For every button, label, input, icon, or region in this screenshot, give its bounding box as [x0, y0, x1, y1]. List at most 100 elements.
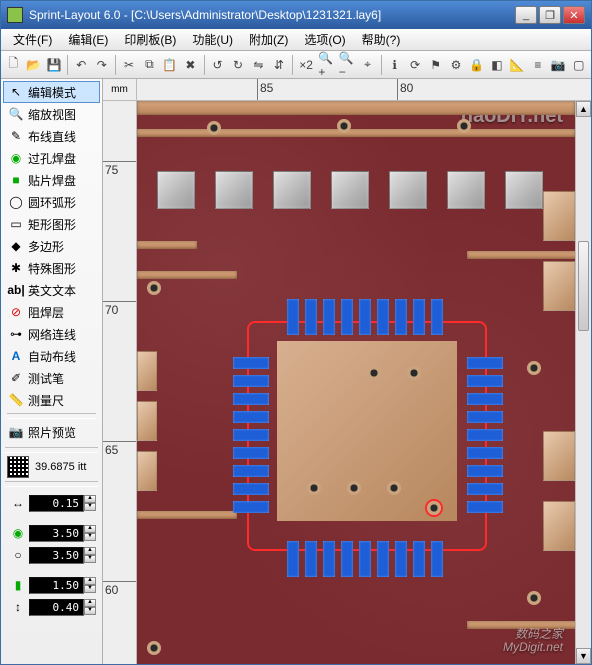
- reticle-button[interactable]: ⌖: [358, 54, 376, 76]
- tool-label: 网络连线: [28, 326, 76, 343]
- horizontal-ruler-row: mm 85 80: [103, 79, 591, 101]
- spin-buttons[interactable]: ▲▼: [84, 577, 96, 593]
- cut-button[interactable]: ✂: [120, 54, 138, 76]
- tool-soldermask[interactable]: ⊘阻焊层: [3, 301, 100, 323]
- maximize-button[interactable]: ❐: [539, 6, 561, 24]
- undo-button[interactable]: ↶: [72, 54, 90, 76]
- zoom-in-button[interactable]: 🔍+: [317, 54, 335, 76]
- spin-buttons[interactable]: ▲▼: [84, 525, 96, 541]
- new-button[interactable]: 🗋: [4, 54, 22, 76]
- component-outline[interactable]: [247, 321, 487, 551]
- flag-button[interactable]: ⚑: [426, 54, 444, 76]
- tool-arc[interactable]: ◯圆环弧形: [3, 191, 100, 213]
- view-button[interactable]: ◧: [488, 54, 506, 76]
- menu-function[interactable]: 功能(U): [184, 29, 241, 50]
- tool-ruler[interactable]: 📏测量尺: [3, 389, 100, 411]
- tool-route-line[interactable]: ✎布线直线: [3, 125, 100, 147]
- spin-buttons[interactable]: ▲▼: [84, 599, 96, 615]
- pad-inner-value[interactable]: 3.50: [29, 547, 84, 564]
- mirror-v-button[interactable]: ⇵: [270, 54, 288, 76]
- minimize-button[interactable]: _: [515, 6, 537, 24]
- tool-label: 阻焊层: [28, 304, 64, 321]
- vertical-scrollbar[interactable]: ▲ ▼: [575, 101, 591, 664]
- tool-netline[interactable]: ⊶ 网络连线: [3, 323, 100, 345]
- smd-height-icon: ↕: [7, 600, 29, 614]
- align-button[interactable]: ≡: [529, 54, 547, 76]
- paste-button[interactable]: 📋: [161, 54, 179, 76]
- save-button[interactable]: 💾: [45, 54, 63, 76]
- ruler-icon: 📏: [8, 393, 24, 407]
- scroll-thumb[interactable]: [578, 241, 589, 331]
- tool-label: 矩形图形: [28, 216, 76, 233]
- tool-label: 照片预览: [28, 424, 76, 441]
- copy-button[interactable]: ⧉: [140, 54, 158, 76]
- toolbar-separator: [115, 55, 116, 75]
- cursor-icon: ↖: [8, 85, 24, 99]
- pcb-canvas[interactable]: haoDIY.net: [137, 101, 575, 664]
- tool-photo-preview[interactable]: 📷照片预览: [3, 421, 100, 443]
- rotate-right-button[interactable]: ↻: [229, 54, 247, 76]
- tool-rectangle[interactable]: ▭矩形图形: [3, 213, 100, 235]
- lock-button[interactable]: 🔒: [467, 54, 485, 76]
- zoom-out-button[interactable]: 🔍−: [338, 54, 356, 76]
- vertical-ruler[interactable]: 75 70 65 60: [103, 101, 137, 664]
- tool-zoom-view[interactable]: 🔍缩放视图: [3, 103, 100, 125]
- settings-button[interactable]: ⚙: [447, 54, 465, 76]
- smd-width-value[interactable]: 1.50: [29, 577, 84, 594]
- tool-sidebar: ↖编辑模式 🔍缩放视图 ✎布线直线 ◉过孔焊盘 ■贴片焊盘 ◯圆环弧形 ▭矩形图…: [1, 79, 103, 664]
- spin-buttons[interactable]: ▲▼: [84, 495, 96, 511]
- horizontal-ruler[interactable]: 85 80: [137, 79, 575, 101]
- track-width-value[interactable]: 0.15: [29, 495, 84, 512]
- menu-file[interactable]: 文件(F): [5, 29, 60, 50]
- ruler-unit: mm: [103, 79, 137, 101]
- text-icon: ab|: [8, 283, 24, 297]
- tool-polygon[interactable]: ◆多边形: [3, 235, 100, 257]
- menu-options[interactable]: 选项(O): [296, 29, 353, 50]
- rotate-left-button[interactable]: ↺: [208, 54, 226, 76]
- mirror-h-button[interactable]: ⇋: [249, 54, 267, 76]
- close-button[interactable]: ✕: [563, 6, 585, 24]
- ring-icon: ◉: [8, 151, 24, 165]
- info-button[interactable]: ℹ: [385, 54, 403, 76]
- scroll-up-button[interactable]: ▲: [576, 101, 591, 117]
- pad-outer-value[interactable]: 3.50: [29, 525, 84, 542]
- sidebar-separator: [7, 413, 96, 419]
- camera-button[interactable]: 📷: [549, 54, 567, 76]
- track-width-param: ↔ 0.15 ▲▼: [1, 489, 102, 519]
- grid-selector[interactable]: 39.6875 itt: [1, 455, 102, 479]
- redo-button[interactable]: ↷: [93, 54, 111, 76]
- menu-append[interactable]: 附加(Z): [241, 29, 296, 50]
- spin-buttons[interactable]: ▲▼: [84, 547, 96, 563]
- gear-icon: ✱: [8, 261, 24, 275]
- tool-through-pad[interactable]: ◉过孔焊盘: [3, 147, 100, 169]
- tool-text[interactable]: ab|英文文本: [3, 279, 100, 301]
- open-button[interactable]: 📂: [24, 54, 42, 76]
- menu-help[interactable]: 帮助(?): [354, 29, 409, 50]
- menubar: 文件(F) 编辑(E) 印刷板(B) 功能(U) 附加(Z) 选项(O) 帮助(…: [1, 29, 591, 51]
- ruler-tick: 80: [397, 79, 413, 100]
- connection-icon: ⊶: [8, 327, 24, 341]
- pad-inner-icon: ○: [7, 548, 29, 562]
- tool-test-pen[interactable]: ✐测试笔: [3, 367, 100, 389]
- tool-label: 圆环弧形: [28, 194, 76, 211]
- smd-height-value[interactable]: 0.40: [29, 599, 84, 616]
- measure-button[interactable]: 📐: [508, 54, 526, 76]
- x4-button[interactable]: ▢: [570, 54, 588, 76]
- body: ↖编辑模式 🔍缩放视图 ✎布线直线 ◉过孔焊盘 ■贴片焊盘 ◯圆环弧形 ▭矩形图…: [1, 79, 591, 664]
- tool-special[interactable]: ✱特殊图形: [3, 257, 100, 279]
- tool-smd-pad[interactable]: ■贴片焊盘: [3, 169, 100, 191]
- pad-size-param: ◉ 3.50 ▲▼ ○ 3.50 ▲▼: [1, 519, 102, 571]
- refresh-button[interactable]: ⟳: [406, 54, 424, 76]
- app-icon: [7, 7, 23, 23]
- delete-button[interactable]: ✖: [181, 54, 199, 76]
- menu-board[interactable]: 印刷板(B): [116, 29, 184, 50]
- tool-autoroute[interactable]: A自动布线: [3, 345, 100, 367]
- ruler-spacer: [575, 79, 591, 101]
- zoom-2x-button[interactable]: ×2: [297, 54, 315, 76]
- scroll-down-button[interactable]: ▼: [576, 648, 591, 664]
- tool-edit-mode[interactable]: ↖编辑模式: [3, 81, 100, 103]
- toolbar-separator: [381, 55, 382, 75]
- ruler-tick: 70: [103, 301, 136, 317]
- menu-edit[interactable]: 编辑(E): [60, 29, 116, 50]
- smd-width-icon: ▮: [7, 578, 29, 592]
